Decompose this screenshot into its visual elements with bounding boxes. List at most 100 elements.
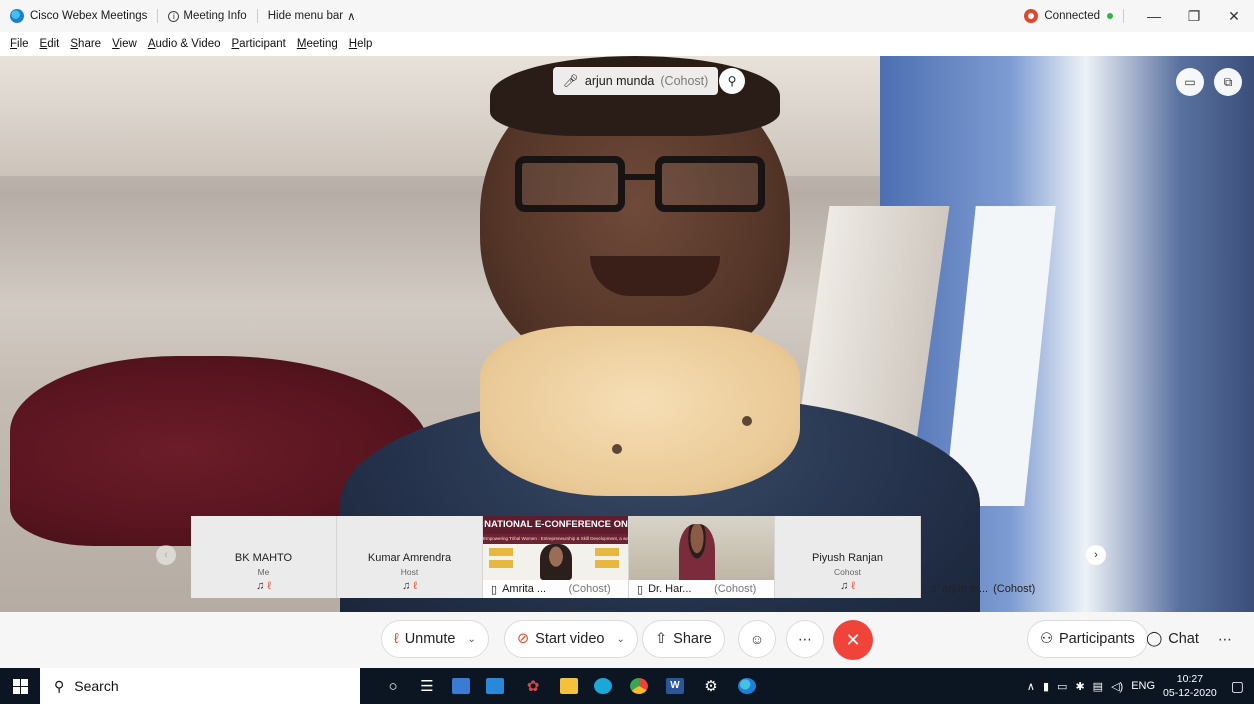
popout-icon[interactable]: ⧉ xyxy=(1214,68,1242,96)
microphone-tray-icon[interactable]: ▮ xyxy=(1043,680,1049,693)
language-indicator[interactable]: ENG xyxy=(1131,680,1155,692)
edge-icon[interactable] xyxy=(590,668,616,704)
task-view-icon[interactable]: ☰ xyxy=(414,668,440,704)
app-title: Cisco Webex Meetings xyxy=(30,10,148,22)
start-video-label: Start video xyxy=(535,631,605,647)
bluetooth-icon[interactable]: ✱ xyxy=(1075,680,1084,693)
minimize-button[interactable]: — xyxy=(1134,0,1174,32)
start-button[interactable] xyxy=(0,668,40,704)
share-icon: ⇧ xyxy=(655,631,668,647)
cortana-icon[interactable]: ○ xyxy=(380,668,406,704)
participant-name: Kumar Amrendra xyxy=(367,552,452,564)
participant-label: ▯ Amrita ... (Cohost) xyxy=(483,580,628,598)
participant-name: Piyush Ranjan xyxy=(812,552,883,564)
participants-label: Participants xyxy=(1059,631,1135,647)
muted-mic-icon: ℓ xyxy=(413,580,417,592)
menu-help[interactable]: Help xyxy=(349,38,373,50)
menu-participant[interactable]: Participant xyxy=(232,38,286,50)
device-icon: ▯ xyxy=(491,583,498,596)
battery-icon[interactable]: ▭ xyxy=(1057,680,1067,693)
reactions-icon[interactable]: ☺ xyxy=(738,620,776,658)
connection-status-text[interactable]: Connected xyxy=(1044,10,1100,22)
chat-label: Chat xyxy=(1168,631,1199,647)
video-off-icon: ⊘ xyxy=(517,631,530,647)
unmute-button[interactable]: ℓ Unmute ⌄ xyxy=(381,620,489,658)
participant-label: ♫ arjun m... (Cohost) xyxy=(921,580,1081,598)
taskbar-search[interactable]: ⚲ Search xyxy=(40,668,360,704)
thumbnail-participant[interactable]: Piyush Ranjan Cohost ♫ ℓ xyxy=(775,516,921,598)
thumbnail-participant[interactable]: BK MAHTO Me ♫ ℓ xyxy=(191,516,337,598)
store-icon[interactable] xyxy=(448,668,474,704)
participant-name: Dr. Har... xyxy=(648,583,692,595)
more-options-icon[interactable]: ⋯ xyxy=(786,620,824,658)
layout-icon[interactable]: ▭ xyxy=(1176,68,1204,96)
separator xyxy=(157,9,159,23)
person-icon: ⚇ xyxy=(1040,631,1053,647)
participant-label: ▯ Dr. Har... (Cohost) xyxy=(629,580,774,598)
participant-name: Amrita ... xyxy=(502,583,547,595)
microphone-icon: ♫ xyxy=(256,580,265,592)
menu-audio-video[interactable]: Audio & Video xyxy=(148,38,221,50)
word-icon[interactable]: W xyxy=(662,668,688,704)
chevron-down-icon[interactable]: ⌄ xyxy=(616,634,624,645)
thumbnail-prev-button[interactable]: ‹ xyxy=(156,545,176,565)
menu-file[interactable]: File xyxy=(10,38,29,50)
thumbnail-participant-video[interactable]: NATIONAL E-CONFERENCE ON Empowering Trib… xyxy=(483,516,629,598)
speaker-glasses xyxy=(515,156,775,216)
file-explorer-icon[interactable] xyxy=(556,668,582,704)
separator xyxy=(256,9,258,23)
participant-face xyxy=(679,524,715,580)
active-speaker-label: 🎤︎ arjun munda (Cohost) xyxy=(553,67,719,95)
chevron-up-icon: ∧ xyxy=(347,11,356,23)
chrome-icon[interactable] xyxy=(626,668,652,704)
app-icon[interactable]: ✿ xyxy=(520,668,546,704)
webex-logo-icon xyxy=(10,9,24,23)
thumbnail-participant[interactable]: ♫ arjun m... (Cohost) xyxy=(921,516,1081,598)
network-icon[interactable]: ▤ xyxy=(1093,680,1103,693)
microphone-icon: ♫ xyxy=(402,580,411,592)
thumbnail-strip: BK MAHTO Me ♫ ℓ Kumar Amrendra Host ♫ ℓ … xyxy=(191,516,921,598)
speaker-mouth xyxy=(590,256,720,296)
pin-icon[interactable]: ⚲ xyxy=(719,68,745,94)
end-call-button[interactable]: ✕ xyxy=(833,620,873,660)
start-video-button[interactable]: ⊘ Start video ⌄ xyxy=(504,620,638,658)
menu-meeting[interactable]: Meeting xyxy=(297,38,338,50)
search-icon: ⚲ xyxy=(54,677,65,694)
hide-menu-bar-button[interactable]: Hide menu bar ∧ xyxy=(268,9,356,23)
menu-edit[interactable]: Edit xyxy=(40,38,60,50)
chat-button[interactable]: ◯ Chat xyxy=(1134,620,1211,658)
close-button[interactable]: ✕ xyxy=(1214,0,1254,32)
participant-role: Host xyxy=(400,567,419,577)
separator xyxy=(1123,9,1124,23)
volume-icon[interactable]: ◁) xyxy=(1111,680,1123,693)
share-button[interactable]: ⇧ Share xyxy=(642,620,725,658)
webex-taskbar-icon[interactable] xyxy=(734,668,760,704)
participants-button[interactable]: ⚇ Participants xyxy=(1027,620,1148,658)
muted-mic-icon: ℓ xyxy=(267,580,271,592)
restore-button[interactable]: ❐ xyxy=(1174,0,1214,32)
menu-view[interactable]: View xyxy=(112,38,137,50)
clock-time: 10:27 xyxy=(1176,673,1204,685)
connection-status-icon xyxy=(1024,9,1039,23)
thumbnail-participant-video[interactable]: ▯ Dr. Har... (Cohost) xyxy=(629,516,775,598)
poster-subtitle: Empowering Tribal Women : Entrepreneursh… xyxy=(483,534,628,544)
panel-options-icon[interactable]: ⋯ xyxy=(1206,620,1244,658)
notifications-icon[interactable]: ▢ xyxy=(1231,678,1244,695)
clock[interactable]: 10:27 05-12-2020 xyxy=(1163,672,1217,700)
chevron-up-icon[interactable]: ∧ xyxy=(1027,680,1035,693)
thumbnail-next-button[interactable]: › xyxy=(1086,545,1106,565)
participant-face xyxy=(540,544,572,580)
menu-share[interactable]: Share xyxy=(70,38,101,50)
participant-role: (Cohost) xyxy=(714,583,757,595)
participant-role: (Cohost) xyxy=(568,583,611,595)
participant-role: Me xyxy=(257,567,270,577)
meeting-info-label: Meeting Info xyxy=(183,10,247,22)
mail-icon[interactable] xyxy=(482,668,508,704)
settings-icon[interactable]: ⚙ xyxy=(698,668,724,704)
chat-icon: ◯ xyxy=(1146,631,1163,647)
thumbnail-participant[interactable]: Kumar Amrendra Host ♫ ℓ xyxy=(337,516,483,598)
search-placeholder: Search xyxy=(74,678,119,694)
meeting-info-button[interactable]: i Meeting Info xyxy=(168,10,247,22)
participant-video xyxy=(629,516,774,580)
chevron-down-icon[interactable]: ⌄ xyxy=(467,634,475,645)
